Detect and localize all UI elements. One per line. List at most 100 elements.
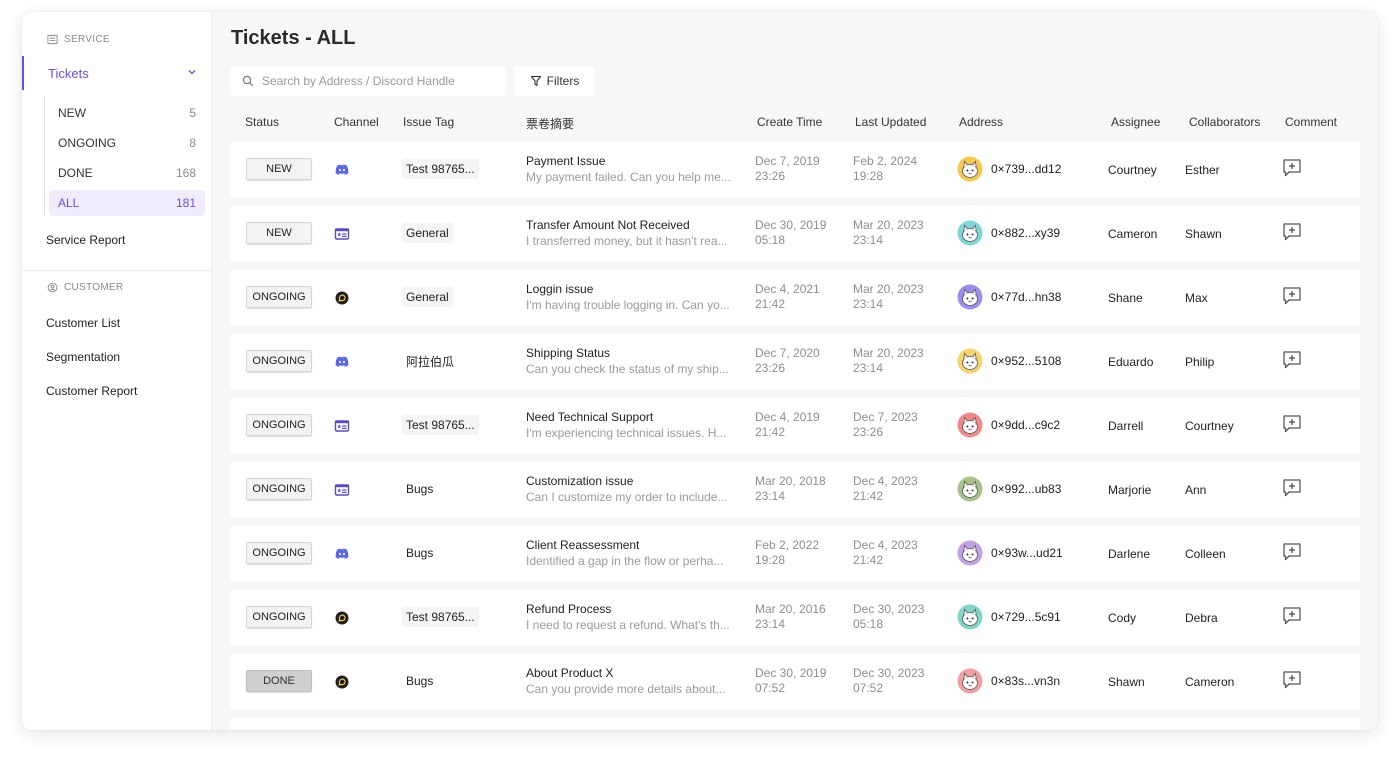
chevron-down-icon[interactable] [186, 66, 198, 78]
table-row[interactable]: ONGOING Test 98765... Refund Process I n… [230, 589, 1360, 646]
chat-bubble-icon [334, 610, 350, 626]
status-badge: DONE [246, 670, 312, 692]
status-badge: NEW [246, 222, 312, 244]
assignee-name: Shane [1108, 291, 1143, 305]
sidebar-item-customer-list[interactable]: Customer List [46, 316, 120, 330]
table-row[interactable]: DONE Bugs About Product X Can you provid… [230, 653, 1360, 710]
sidebar-item-service-report[interactable]: Service Report [46, 233, 125, 247]
ticket-summary[interactable]: Loggin issue I'm having trouble logging … [526, 282, 736, 312]
table-row[interactable]: NEW Test 98765... Payment Issue My payme… [230, 141, 1360, 198]
ticket-summary[interactable]: About Product X Can you provide more det… [526, 666, 736, 696]
table-row[interactable]: ONGOING Bugs Client Reassessment Identif… [230, 525, 1360, 582]
create-time: Dec 30, 2019 05:18 [755, 218, 827, 247]
status-badge: ONGOING [246, 606, 312, 628]
ticket-preview: Can you check the status of my ship... [526, 362, 729, 376]
ticket-summary[interactable]: Shipping Status Can you check the status… [526, 346, 736, 376]
table-row[interactable]: ONGOING Bugs Customization issue Can I c… [230, 461, 1360, 518]
count-badge: 5 [189, 106, 196, 120]
table-row[interactable]: ONGOING General Loggin issue I'm having … [230, 269, 1360, 326]
count-badge: 181 [175, 196, 196, 210]
wallet-address[interactable]: 0×739...dd12 [957, 156, 1061, 182]
card-icon [334, 418, 350, 434]
ticket-summary[interactable]: Customization issue Can I customize my o… [526, 474, 736, 504]
assignee-name: Cody [1108, 611, 1137, 625]
search-input[interactable] [262, 74, 492, 88]
collaborator-name: Colleen [1185, 547, 1226, 561]
add-comment-icon[interactable] [1281, 221, 1303, 243]
wallet-address[interactable]: 0×83s...vn3n [957, 668, 1060, 694]
sidebar-item-customer-report[interactable]: Customer Report [46, 384, 137, 398]
add-comment-icon[interactable] [1281, 477, 1303, 499]
issue-tag: Bugs [406, 482, 434, 496]
subnav-item-new[interactable]: NEW 5 [49, 100, 205, 126]
column-header-channel[interactable]: Channel [334, 115, 379, 129]
chat-bubble-icon [334, 674, 350, 690]
ticket-subject: Refund Process [526, 602, 612, 616]
filter-icon [530, 75, 541, 87]
column-header-assignee[interactable]: Assignee [1111, 115, 1160, 129]
status-badge: NEW [246, 158, 312, 180]
add-comment-icon[interactable] [1281, 285, 1303, 307]
column-header-collaborators[interactable]: Collaborators [1189, 115, 1260, 129]
avatar [957, 412, 983, 438]
wallet-address[interactable]: 0×992...ub83 [957, 476, 1061, 502]
subnav-item-ongoing[interactable]: ONGOING 8 [49, 130, 205, 156]
add-comment-icon[interactable] [1281, 669, 1303, 691]
table-row[interactable]: ONGOING 阿拉伯瓜 Shipping Status Can you che… [230, 333, 1360, 390]
chat-bubble-icon [334, 290, 350, 306]
create-time: Dec 7, 2020 23:26 [755, 346, 820, 375]
ticket-summary[interactable]: Transfer Amount Not Received I transferr… [526, 218, 736, 248]
column-header-create-time[interactable]: Create Time [757, 115, 822, 129]
add-comment-icon[interactable] [1281, 541, 1303, 563]
avatar [957, 476, 983, 502]
column-header-last-updated[interactable]: Last Updated [855, 115, 926, 129]
wallet-address[interactable]: 0×93w...ud21 [957, 540, 1063, 566]
column-header-address[interactable]: Address [959, 115, 1003, 129]
status-badge: ONGOING [246, 286, 312, 308]
assignee-name: Marjorie [1108, 483, 1152, 497]
ticket-subject: About Product X [526, 666, 614, 680]
page-title: Tickets - ALL [231, 27, 356, 49]
collaborator-name: Max [1185, 291, 1208, 305]
table-row[interactable]: ONGOING Test 98765... Need Technical Sup… [230, 397, 1360, 454]
card-icon [334, 226, 350, 242]
wallet-address[interactable]: 0×729...5c91 [957, 604, 1061, 630]
ticket-preview: I'm having trouble logging in. Can yo... [526, 298, 730, 312]
column-header-comment[interactable]: Comment [1285, 115, 1337, 129]
issue-tag: General [402, 223, 453, 243]
ticket-summary[interactable]: Refund Process I need to request a refun… [526, 602, 736, 632]
wallet-address[interactable]: 0×9dd...c9c2 [957, 412, 1060, 438]
ticket-subject: Loggin issue [526, 282, 594, 296]
sidebar-divider [22, 270, 212, 271]
assignee-name: Eduardo [1108, 355, 1154, 369]
add-comment-icon[interactable] [1281, 605, 1303, 627]
column-header-status[interactable]: Status [245, 115, 279, 129]
add-comment-icon[interactable] [1281, 413, 1303, 435]
ticket-summary[interactable]: Need Technical Support I'm experiencing … [526, 410, 736, 440]
filters-button[interactable]: Filters [514, 66, 595, 96]
column-header-issue-tag[interactable]: Issue Tag [403, 115, 454, 129]
issue-tag: General [402, 287, 453, 307]
collaborator-name: Philip [1185, 355, 1215, 369]
subnav-item-done[interactable]: DONE 168 [49, 160, 205, 186]
subnav-item-all[interactable]: ALL 181 [49, 190, 205, 216]
wallet-address[interactable]: 0×882...xy39 [957, 220, 1060, 246]
count-badge: 8 [189, 136, 196, 150]
table-row[interactable]: NEW General Transfer Amount Not Received… [230, 205, 1360, 262]
customer-icon [47, 282, 58, 293]
add-comment-icon[interactable] [1281, 157, 1303, 179]
ticket-summary[interactable]: Payment Issue My payment failed. Can you… [526, 154, 736, 184]
search-box[interactable] [230, 66, 506, 96]
last-updated-time: Feb 2, 2024 19:28 [853, 154, 918, 183]
add-comment-icon[interactable] [1281, 349, 1303, 371]
sidebar-item-tickets[interactable]: Tickets [22, 56, 212, 90]
avatar [957, 284, 983, 310]
create-time: Mar 20, 2016 23:14 [755, 602, 826, 631]
wallet-address[interactable]: 0×77d...hn38 [957, 284, 1061, 310]
ticket-summary[interactable]: Client Reassessment Identified a gap in … [526, 538, 736, 568]
sidebar-item-segmentation[interactable]: Segmentation [46, 350, 120, 364]
wallet-address[interactable]: 0×952...5108 [957, 348, 1061, 374]
column-header-summary[interactable]: 票卷摘要 [526, 115, 574, 132]
ticket-subject: Client Reassessment [526, 538, 640, 552]
table-row[interactable] [230, 717, 1360, 730]
